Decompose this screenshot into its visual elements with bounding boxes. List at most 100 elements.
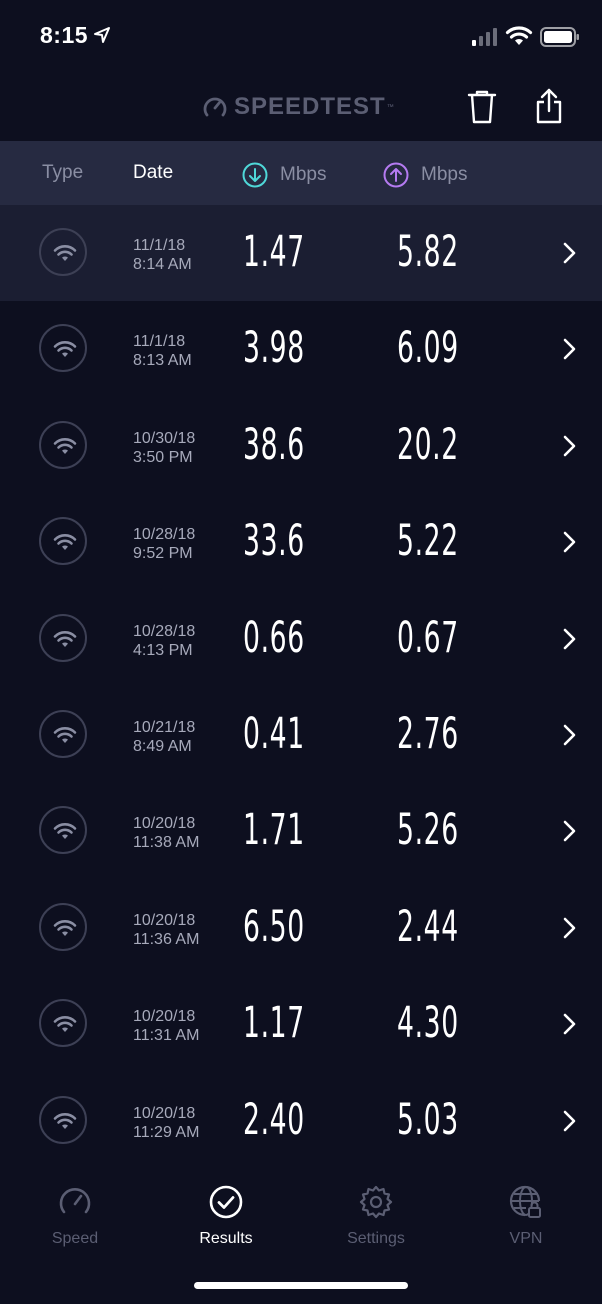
download-arrow-icon [242,162,268,188]
connection-type-icon [39,324,87,373]
result-row[interactable]: 11/1/18 8:13 AM 3.98 6.09 [0,301,602,397]
connection-type-icon [39,1095,87,1144]
result-datetime: 10/20/18 11:38 AM [133,814,199,852]
chevron-right-icon [563,435,576,457]
result-row[interactable]: 10/21/18 8:49 AM 0.41 2.76 [0,687,602,783]
result-time: 8:13 AM [133,352,192,370]
wifi-connection-icon [53,341,77,358]
result-row[interactable]: 10/30/18 3:50 PM 38.6 20.2 [0,398,602,494]
gauge-icon [59,1188,91,1214]
result-time: 8:49 AM [133,737,192,755]
connection-type-icon [39,517,87,566]
tab-results[interactable]: Results [166,1184,286,1248]
upload-speed: 0.67 [397,612,459,663]
tab-vpn-label: VPN [509,1230,543,1247]
result-row[interactable]: 10/28/18 9:52 PM 33.6 5.22 [0,494,602,590]
result-datetime: 11/1/18 8:14 AM [133,236,192,274]
result-date: 10/28/18 [133,622,196,640]
wifi-connection-icon [53,245,77,261]
wifi-connection-icon [53,726,77,743]
result-row[interactable]: 10/20/18 11:36 AM 6.50 2.44 [0,880,602,976]
download-unit: Mbps [280,164,327,185]
chevron-right-icon [563,1110,576,1131]
tab-settings[interactable]: Settings [316,1184,436,1248]
download-speed: 0.41 [243,708,305,759]
tab-settings-label: Settings [347,1230,405,1247]
download-speed: 33.6 [243,516,305,567]
delete-results-button[interactable] [466,89,498,125]
tab-vpn[interactable]: VPN [466,1184,586,1248]
location-arrow-icon [94,27,110,43]
cellular-signal-icon [472,28,497,46]
status-bar: 8:15 [0,0,602,75]
connection-type-icon [39,228,87,276]
upload-speed: 6.09 [397,323,459,374]
speedtest-gauge-icon [203,97,227,117]
results-list: 11/1/18 8:14 AM 1.47 5.82 11/1/18 8:13 AM 3.98… [0,205,602,1169]
download-speed: 1.47 [243,227,305,277]
share-button[interactable] [534,87,564,125]
upload-speed: 4.30 [397,998,459,1049]
result-datetime: 10/20/18 11:36 AM [133,911,199,949]
connection-type-icon [39,806,87,855]
check-circle-icon [209,1185,243,1219]
chevron-right-icon [563,242,576,264]
column-upload[interactable]: Mbps [383,162,467,188]
result-datetime: 10/21/18 8:49 AM [133,718,195,756]
home-indicator[interactable] [194,1282,408,1289]
speedtest-logo: SPEEDTEST ™ [202,93,394,121]
connection-type-icon [39,902,87,951]
result-row[interactable]: 10/20/18 11:38 AM 1.71 5.26 [0,783,602,879]
result-row[interactable]: 11/1/18 8:14 AM 1.47 5.82 [0,205,602,302]
download-speed: 6.50 [243,901,305,952]
result-datetime: 10/30/18 3:50 PM [133,429,195,467]
column-type[interactable]: Type [42,162,83,184]
column-download[interactable]: Mbps [242,162,326,188]
upload-arrow-icon [383,162,409,188]
wifi-connection-icon [53,1016,77,1033]
result-datetime: 10/28/18 4:13 PM [133,622,195,660]
result-datetime: 10/20/18 11:29 AM [133,1104,199,1142]
result-datetime: 11/1/18 8:13 AM [133,332,192,370]
globe-lock-icon [509,1185,541,1218]
result-date: 11/1/18 [133,237,186,254]
results-screen: 8:15 SPEEDTEST ™ Type Date Mbps Mbps 11/… [0,0,602,1304]
result-date: 10/21/18 [133,718,196,736]
upload-speed: 5.26 [397,805,459,856]
wifi-connection-icon [53,534,77,551]
result-time: 4:13 PM [133,641,193,659]
download-speed: 0.66 [243,612,305,663]
result-row[interactable]: 10/28/18 4:13 PM 0.66 0.67 [0,591,602,687]
download-speed: 3.98 [243,323,305,374]
result-datetime: 10/28/18 9:52 PM [133,525,195,563]
wifi-connection-icon [53,823,77,840]
logo-trademark: ™ [386,103,394,111]
chevron-right-icon [563,628,576,649]
chevron-right-icon [563,531,576,553]
upload-speed: 5.03 [397,1094,459,1145]
tab-speed[interactable]: Speed [15,1184,135,1248]
status-time: 8:15 [40,22,89,48]
download-speed: 38.6 [243,419,305,470]
result-time: 11:38 AM [133,834,200,852]
result-date: 10/28/18 [133,526,196,544]
download-speed: 2.40 [243,1094,305,1145]
column-date[interactable]: Date [133,162,173,184]
connection-type-icon [39,613,87,662]
result-date: 10/20/18 [133,815,196,833]
result-row[interactable]: 10/20/18 11:31 AM 1.17 4.30 [0,976,602,1072]
result-row[interactable]: 10/20/18 11:29 AM 2.40 5.03 [0,1073,602,1169]
upload-speed: 2.76 [397,708,459,759]
result-time: 11:31 AM [133,1027,200,1045]
chevron-right-icon [563,339,576,360]
upload-speed: 20.2 [397,419,459,470]
upload-unit: Mbps [421,164,468,185]
tab-speed-label: Speed [51,1230,99,1247]
result-time: 11:29 AM [133,1123,200,1141]
wifi-connection-icon [53,630,77,647]
result-date: 10/20/18 [133,1104,196,1122]
gear-icon [359,1185,393,1219]
tab-results-label: Results [199,1230,253,1247]
chevron-right-icon [563,724,576,746]
upload-speed: 5.22 [397,516,459,567]
